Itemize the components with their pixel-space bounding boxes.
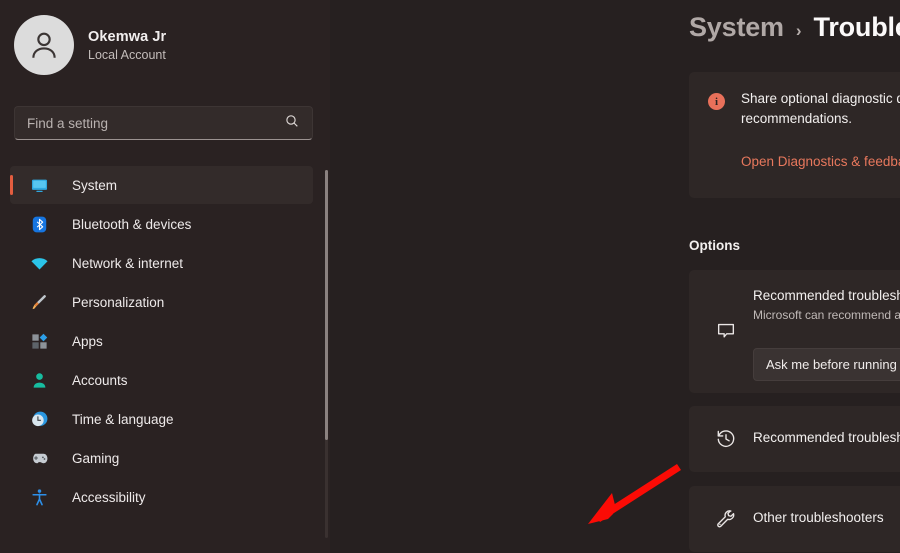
- settings-window: Okemwa Jr Local Account Find a setting S…: [0, 0, 900, 553]
- history-icon: [709, 422, 743, 456]
- info-icon: i: [708, 93, 725, 110]
- options-section-title: Options: [689, 238, 740, 253]
- clock-icon: [28, 410, 50, 429]
- sidebar-item-personalization[interactable]: Personalization: [10, 283, 313, 321]
- bluetooth-icon: [28, 215, 50, 234]
- other-troubleshooters-row[interactable]: Other troubleshooters: [689, 486, 900, 552]
- open-diagnostics-feedback-link[interactable]: Open Diagnostics & feedback: [741, 154, 900, 169]
- sidebar-item-label: Accounts: [72, 372, 128, 388]
- gamepad-icon: [28, 449, 50, 468]
- sidebar-item-apps[interactable]: Apps: [10, 322, 313, 360]
- brush-icon: [28, 293, 50, 312]
- preferences-title: Recommended troubleshooter preferences: [753, 288, 900, 303]
- search-input[interactable]: [27, 115, 284, 131]
- dropdown-value: Ask me before running: [766, 357, 897, 372]
- sidebar-item-label: Time & language: [72, 411, 174, 427]
- sidebar-item-bluetooth-devices[interactable]: Bluetooth & devices: [10, 205, 313, 243]
- apps-icon: [28, 332, 50, 351]
- search-box[interactable]: [14, 106, 313, 140]
- recommended-troubleshooter-dropdown[interactable]: Ask me before running: [753, 348, 900, 381]
- sidebar-item-gaming[interactable]: Gaming: [10, 439, 313, 477]
- sidebar-item-system[interactable]: System: [10, 166, 313, 204]
- sidebar-item-label: Apps: [72, 333, 103, 349]
- wifi-icon: [28, 254, 50, 273]
- banner-message: Share optional diagnostic data to get ad…: [741, 91, 900, 126]
- main-content: System › Troubleshoot i Share optional d…: [330, 0, 900, 553]
- breadcrumb-parent[interactable]: System: [689, 12, 784, 43]
- monitor-icon: [28, 176, 50, 195]
- recommended-troubleshooter-preferences-card: Recommended troubleshooter preferences M…: [689, 270, 900, 393]
- sidebar-scrollbar-thumb[interactable]: [325, 170, 328, 440]
- user-profile[interactable]: Okemwa Jr Local Account: [0, 0, 330, 78]
- row-label: Recommended troubleshooter history: [753, 430, 900, 445]
- speech-bubble-icon: [709, 314, 743, 348]
- sidebar-item-network-internet[interactable]: Network & internet: [10, 244, 313, 282]
- diagnostic-data-banner: i Share optional diagnostic data to get …: [689, 72, 900, 198]
- recommended-troubleshooter-history-row[interactable]: Recommended troubleshooter history: [689, 406, 900, 472]
- sidebar-item-accessibility[interactable]: Accessibility: [10, 478, 313, 516]
- row-label: Other troubleshooters: [753, 510, 884, 525]
- profile-name: Okemwa Jr: [88, 28, 167, 45]
- person-avatar-icon: [14, 15, 74, 75]
- sidebar-item-label: Accessibility: [72, 489, 146, 505]
- sidebar: Okemwa Jr Local Account Find a setting S…: [0, 0, 330, 553]
- sidebar-item-label: Bluetooth & devices: [72, 216, 192, 232]
- preferences-subtitle: Microsoft can recommend and run troubles…: [753, 308, 900, 322]
- sidebar-item-label: Network & internet: [72, 255, 184, 271]
- wrench-icon: [709, 502, 743, 536]
- sidebar-item-time-language[interactable]: Time & language: [10, 400, 313, 438]
- accessibility-icon: [28, 488, 50, 507]
- page-title: Troubleshoot: [813, 12, 900, 42]
- account-icon: [28, 371, 50, 390]
- sidebar-item-accounts[interactable]: Accounts: [10, 361, 313, 399]
- sidebar-item-label: Gaming: [72, 450, 120, 466]
- sidebar-nav: System Bluetooth & devices Network & int…: [10, 166, 313, 517]
- breadcrumb: System › Troubleshoot: [689, 12, 900, 43]
- search-icon[interactable]: [284, 113, 302, 134]
- sidebar-item-label: System: [72, 177, 118, 193]
- profile-account-type: Local Account: [88, 47, 166, 62]
- sidebar-item-label: Personalization: [72, 294, 165, 310]
- chevron-right-icon: ›: [795, 21, 802, 40]
